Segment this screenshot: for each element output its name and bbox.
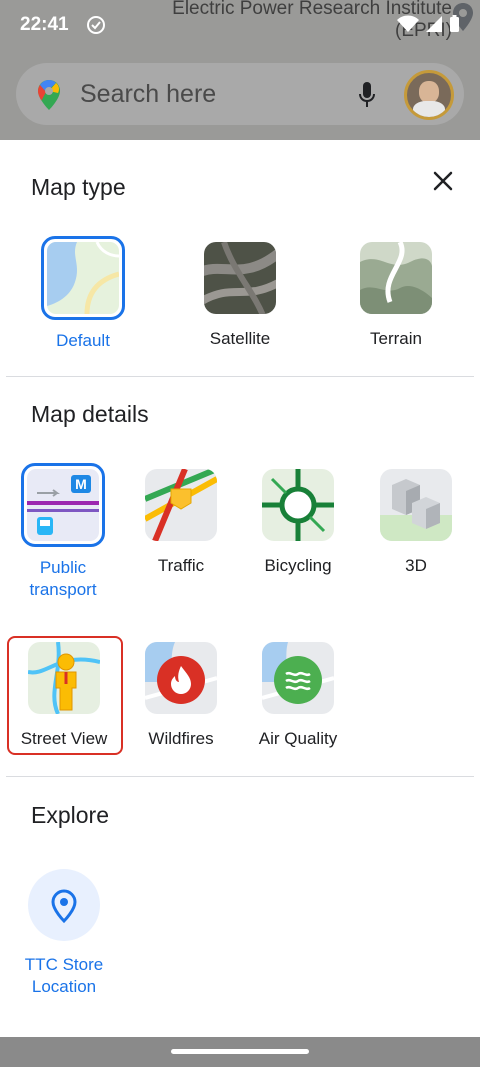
navigation-bar [0,1037,480,1067]
map-details-title: Map details [31,401,149,427]
map-type-terrain[interactable]: Terrain [341,242,451,350]
default-thumbnail [41,236,125,320]
detail-label: Air Quality [258,729,338,748]
detail-label: 3D [405,556,427,575]
traffic-thumbnail [145,469,217,541]
close-icon[interactable] [426,164,460,198]
explore-title: Explore [31,802,109,828]
traffic-map-preview [145,469,217,541]
microphone-icon[interactable] [358,81,376,109]
location-pin-icon [51,889,77,924]
check-circle-icon [87,16,105,34]
wildfires-thumbnail [145,642,217,714]
detail-label: Wildfires [148,729,214,748]
explore-ttc-store-button[interactable] [28,869,100,941]
detail-label: Traffic [157,556,205,575]
satellite-thumbnail [204,242,276,314]
3d-thumbnail [380,469,452,541]
air-quality-thumbnail [262,642,334,714]
avatar-face [419,81,439,103]
detail-public-transport[interactable]: M Public transport [8,463,118,601]
detail-street-view[interactable]: Street View [9,642,119,750]
search-input[interactable]: Search here [80,80,216,109]
avatar-body [413,101,445,117]
transit-map-preview: M [27,469,99,541]
terrain-map-preview [360,242,432,314]
status-icons [397,15,460,33]
map-type-label: Satellite [209,329,271,348]
svg-text:M: M [75,476,87,492]
bicycling-thumbnail [262,469,334,541]
map-type-title: Map type [31,174,126,200]
satellite-map-preview [204,242,276,314]
divider [6,776,474,777]
map-type-satellite[interactable]: Satellite [185,242,295,350]
signal-icon [426,16,442,32]
bicycling-map-preview [262,469,334,541]
public-transport-thumbnail: M [21,463,105,547]
google-maps-logo-icon [38,80,60,110]
detail-bicycling[interactable]: Bicycling [243,469,353,577]
wildfires-map-preview [145,642,217,714]
battery-icon [450,15,459,32]
detail-3d[interactable]: 3D [361,469,471,577]
home-gesture-handle[interactable] [171,1049,309,1054]
detail-label: Bicycling [264,556,332,575]
map-type-label: Terrain [370,329,422,348]
default-map-preview [47,242,119,314]
wifi-icon [397,15,419,32]
map-type-label: Default [56,331,110,350]
street-view-map-preview [28,642,100,714]
detail-label: Public transport [29,558,97,599]
detail-air-quality[interactable]: Air Quality [243,642,353,750]
status-time: 22:41 [20,14,69,35]
detail-label: Street View [20,729,108,748]
detail-wildfires[interactable]: Wildfires [126,642,236,750]
3d-map-preview [380,469,452,541]
detail-traffic[interactable]: Traffic [126,469,236,577]
status-bar: 22:41 [0,0,480,52]
layers-sheet: Map type Default Satellite Terrain Map d… [0,140,480,1037]
divider [6,376,474,377]
map-type-default[interactable]: Default [28,236,138,352]
profile-avatar[interactable] [404,70,454,120]
air-quality-map-preview [262,642,334,714]
search-bar[interactable]: Search here [16,63,464,125]
explore-ttc-store-label[interactable]: TTC Store Location [10,954,118,998]
street-view-thumbnail [28,642,100,714]
terrain-thumbnail [360,242,432,314]
